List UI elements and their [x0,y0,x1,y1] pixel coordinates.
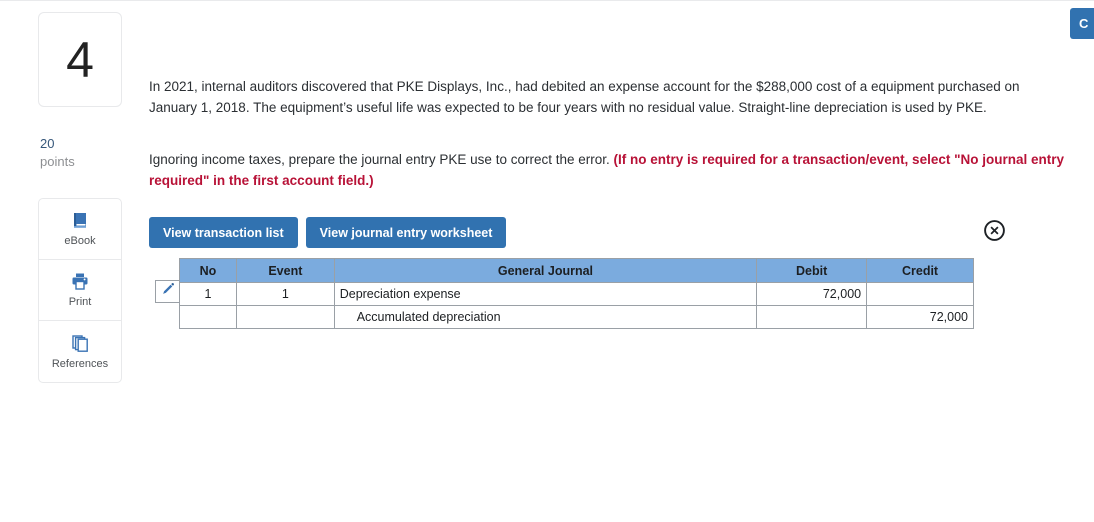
tab-view-journal-entry-worksheet[interactable]: View journal entry worksheet [305,217,507,248]
table-row[interactable]: Accumulated depreciation 72,000 [179,305,974,329]
circle-x-icon[interactable] [983,219,1006,242]
cell-debit[interactable]: 72,000 [756,282,868,306]
cell-event [236,305,335,329]
table-header-row: No Event General Journal Debit Credit [179,258,974,283]
cell-account[interactable]: Accumulated depreciation [333,305,758,329]
corner-action-button[interactable]: C [1070,8,1094,39]
pages-icon [70,334,90,353]
problem-paragraph-2: Ignoring income taxes, prepare the journ… [149,150,1069,192]
cell-event: 1 [236,282,335,306]
top-divider [0,0,1094,1]
problem-paragraph-2-plain: Ignoring income taxes, prepare the journ… [149,152,614,167]
tool-references-label: References [51,357,109,370]
cell-no: 1 [179,282,237,306]
column-header-debit: Debit [756,258,868,283]
tool-ebook[interactable]: eBook [39,199,121,260]
table-row[interactable]: 1 1 Depreciation expense 72,000 [179,282,974,306]
tool-panel: eBook Print References [38,198,122,383]
journal-entry-table: No Event General Journal Debit Credit 1 … [179,258,974,329]
points-label: points [40,153,75,169]
tab-view-journal-entry-worksheet-label: View journal entry worksheet [319,225,493,240]
journal-entry-table-wrap: No Event General Journal Debit Credit 1 … [155,258,974,329]
tool-print[interactable]: Print [39,260,121,321]
edit-row-2-placeholder [155,303,179,326]
cell-no [179,305,237,329]
column-header-event: Event [236,258,335,283]
edit-row-1-button[interactable] [155,280,179,303]
points-block: 20 points [40,135,120,170]
column-header-no: No [179,258,237,283]
cell-account[interactable]: Depreciation expense [333,282,758,306]
tab-view-transaction-list[interactable]: View transaction list [149,217,298,248]
pencil-icon [161,282,175,301]
book-icon [71,211,90,230]
row-edit-column [155,258,179,326]
printer-icon [70,272,90,291]
tool-ebook-label: eBook [64,235,96,247]
tool-print-label: Print [68,296,92,308]
question-page: C 4 20 points eBook Print References In … [0,0,1094,522]
tab-view-transaction-list-label: View transaction list [163,225,284,240]
question-number: 4 [66,31,94,88]
tool-references[interactable]: References [39,321,121,382]
corner-action-label: C [1079,16,1089,31]
cell-credit[interactable] [866,282,974,306]
cell-credit[interactable]: 72,000 [866,305,974,329]
problem-paragraph-1: In 2021, internal auditors discovered th… [149,79,1020,115]
cell-debit[interactable] [756,305,868,329]
column-header-credit: Credit [866,258,974,283]
column-header-general-journal: General Journal [333,258,758,283]
points-value: 20 [40,136,55,151]
worksheet-tabs: View transaction list View journal entry… [149,217,507,248]
question-number-box: 4 [38,12,122,107]
